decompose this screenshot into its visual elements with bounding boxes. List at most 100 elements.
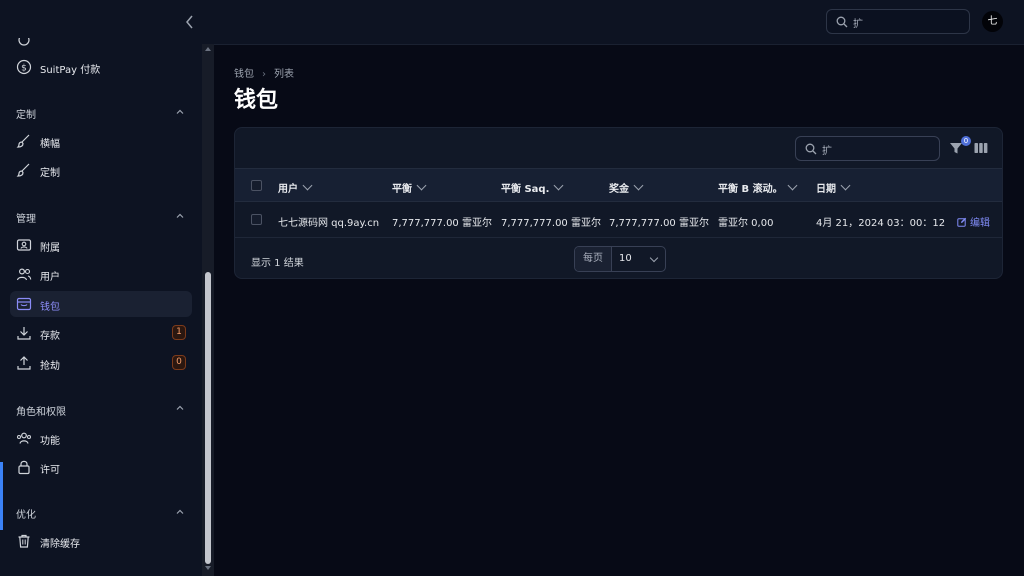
table-row[interactable]: 七七源码网 qq.9ay.cn 7,777,777.00 雷亚尔 7,777,7… bbox=[235, 202, 1002, 238]
sidebar-item-label: 存款 bbox=[40, 331, 60, 342]
edit-label: 编辑 bbox=[970, 218, 990, 229]
scrollbar-thumb[interactable] bbox=[205, 272, 211, 564]
per-page-label: 每页 bbox=[575, 247, 612, 271]
table-search-value: 扩 bbox=[822, 146, 832, 157]
column-header-date[interactable]: 日期 bbox=[816, 180, 851, 195]
sort-chevron-icon bbox=[302, 180, 313, 191]
page-title: 钱包 bbox=[234, 88, 279, 113]
columns-icon[interactable] bbox=[974, 142, 988, 154]
column-header-user[interactable]: 用户 bbox=[278, 180, 313, 195]
sidebar-active-edge bbox=[0, 462, 3, 530]
sidebar-item-label: 许可 bbox=[40, 465, 60, 476]
column-header-balance[interactable]: 平衡 bbox=[392, 180, 427, 195]
sidebar-item-clear-cache[interactable]: 清除缓存 bbox=[10, 528, 192, 554]
breadcrumb-root[interactable]: 钱包 bbox=[234, 69, 254, 80]
brush-icon bbox=[16, 163, 30, 177]
sidebar-item-features[interactable]: 功能 bbox=[10, 425, 192, 451]
table-header: 用户 平衡 平衡 Saq. 奖金 平衡 B 滚动。 日期 bbox=[235, 168, 1002, 202]
search-icon bbox=[836, 16, 848, 28]
breadcrumb-separator: › bbox=[262, 69, 266, 80]
cell-bonus: 7,777,777.00 雷亚尔 bbox=[609, 218, 709, 229]
select-all-checkbox[interactable] bbox=[251, 180, 262, 191]
group-title-optimize: 优化 bbox=[16, 510, 36, 521]
collapse-sidebar-button[interactable] bbox=[180, 12, 200, 32]
chevron-up-icon[interactable] bbox=[175, 107, 185, 117]
chevron-left-icon bbox=[186, 15, 193, 29]
results-count: 显示 1 结果 bbox=[251, 258, 304, 269]
column-header-balance-saq[interactable]: 平衡 Saq. bbox=[501, 180, 564, 195]
sidebar-item-label: 横幅 bbox=[40, 139, 60, 150]
trash-icon bbox=[18, 534, 30, 548]
chevron-up-icon[interactable] bbox=[175, 507, 185, 517]
column-header-label: 奖金 bbox=[609, 184, 629, 195]
sidebar-item-label: 附属 bbox=[40, 243, 60, 254]
partial-icon bbox=[18, 38, 30, 46]
column-header-label: 用户 bbox=[278, 184, 298, 195]
table-search-input[interactable]: 扩 bbox=[795, 136, 940, 161]
search-icon bbox=[805, 143, 817, 155]
cell-date: 4月 21，2024 03：00：12 bbox=[816, 218, 946, 229]
svg-text:$: $ bbox=[21, 64, 27, 74]
sidebar-item-label: 用户 bbox=[40, 272, 60, 283]
edit-button[interactable]: 编辑 bbox=[957, 214, 990, 229]
sidebar-item-label: 定制 bbox=[40, 168, 60, 179]
per-page-select[interactable]: 每页 10 bbox=[574, 246, 666, 272]
chevron-up-icon[interactable] bbox=[175, 211, 185, 221]
sort-chevron-icon bbox=[553, 180, 564, 191]
chevron-down-icon bbox=[649, 253, 659, 263]
row-checkbox[interactable] bbox=[251, 214, 262, 225]
sort-chevron-icon bbox=[787, 180, 798, 191]
filter-count-badge: 0 bbox=[961, 136, 971, 146]
upload-icon bbox=[17, 356, 31, 370]
column-header-balance-b[interactable]: 平衡 B 滚动。 bbox=[718, 180, 798, 195]
sidebar: $ SuitPay 付款 定制 横幅 定制 管理 附属 用户 钱包 存款 1 抢… bbox=[0, 38, 202, 576]
cell-balance-saq: 7,777,777.00 雷亚尔 bbox=[501, 218, 601, 229]
column-header-label: 平衡 Saq. bbox=[501, 184, 550, 195]
deposits-count-badge: 1 bbox=[172, 325, 186, 340]
global-search-value: 扩 bbox=[853, 19, 863, 30]
column-header-label: 平衡 bbox=[392, 184, 412, 195]
sidebar-item-permissions[interactable]: 许可 bbox=[10, 454, 192, 480]
wallet-icon bbox=[16, 297, 32, 311]
sidebar-item-withdrawals[interactable]: 抢劫 0 bbox=[10, 350, 192, 376]
sidebar-scrollbar[interactable] bbox=[202, 44, 214, 576]
user-avatar[interactable]: 七 bbox=[982, 11, 1003, 32]
wallet-table-card: 扩 0 用户 平衡 平衡 Saq. 奖金 平衡 B 滚动。 日期 七七源码网 q… bbox=[234, 127, 1003, 279]
global-search-input[interactable]: 扩 bbox=[826, 9, 970, 34]
column-header-bonus[interactable]: 奖金 bbox=[609, 180, 644, 195]
top-bar: 扩 七 bbox=[0, 0, 1024, 45]
sort-chevron-icon bbox=[416, 180, 427, 191]
user-group-icon bbox=[17, 432, 31, 444]
sidebar-item-suitpay[interactable]: $ SuitPay 付款 bbox=[10, 54, 192, 80]
id-card-icon bbox=[16, 239, 32, 251]
column-header-label: 平衡 B 滚动。 bbox=[718, 184, 783, 195]
scroll-up-arrow[interactable] bbox=[205, 47, 211, 51]
edit-icon bbox=[957, 217, 967, 227]
sort-chevron-icon bbox=[840, 180, 851, 191]
breadcrumb: 钱包 › 列表 bbox=[234, 65, 294, 80]
withdrawals-count-badge: 0 bbox=[172, 355, 186, 370]
dollar-circle-icon: $ bbox=[16, 59, 32, 75]
sidebar-item-label: 抢劫 bbox=[40, 361, 60, 372]
sidebar-item-deposits[interactable]: 存款 1 bbox=[10, 320, 192, 346]
lock-icon bbox=[18, 460, 30, 475]
sidebar-item-label: 钱包 bbox=[40, 302, 60, 313]
chevron-up-icon[interactable] bbox=[175, 403, 185, 413]
sidebar-item-users[interactable]: 用户 bbox=[10, 261, 192, 287]
group-title-roles: 角色和权限 bbox=[16, 407, 66, 418]
sidebar-item-affiliates[interactable]: 附属 bbox=[10, 232, 192, 258]
sidebar-item-label: 清除缓存 bbox=[40, 539, 80, 550]
scroll-down-arrow[interactable] bbox=[205, 566, 211, 570]
sort-chevron-icon bbox=[633, 180, 644, 191]
sidebar-item-customize[interactable]: 定制 bbox=[10, 157, 192, 183]
cell-balance: 7,777,777.00 雷亚尔 bbox=[392, 218, 492, 229]
sidebar-item-banner[interactable]: 横幅 bbox=[10, 128, 192, 154]
group-title-customize: 定制 bbox=[16, 110, 36, 121]
brush-icon bbox=[16, 134, 30, 148]
sidebar-item-wallet[interactable]: 钱包 bbox=[10, 291, 192, 317]
cell-user: 七七源码网 qq.9ay.cn bbox=[278, 218, 380, 229]
per-page-value: 10 bbox=[619, 253, 632, 264]
group-title-manage: 管理 bbox=[16, 214, 36, 225]
sidebar-item-label: 功能 bbox=[40, 436, 60, 447]
breadcrumb-current: 列表 bbox=[274, 69, 294, 80]
